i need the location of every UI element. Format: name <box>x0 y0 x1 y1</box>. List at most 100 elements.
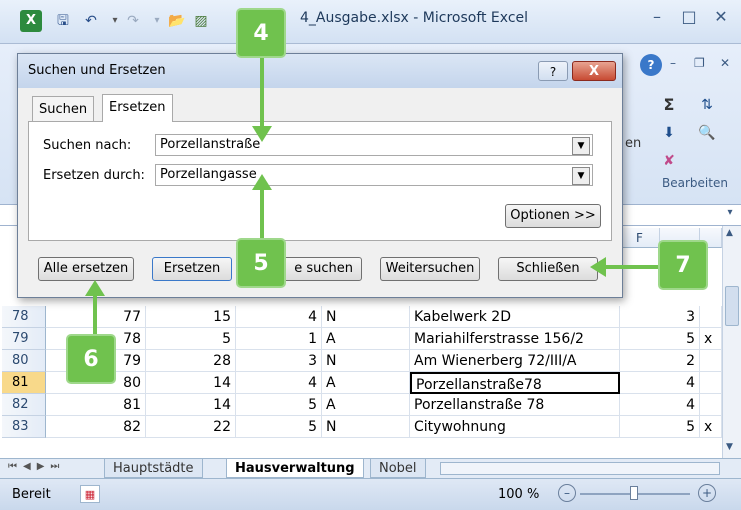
cell-d[interactable]: 4 <box>236 306 322 328</box>
find-select-icon[interactable]: 🔍 <box>696 122 718 144</box>
maximize-button[interactable]: □ <box>672 4 706 30</box>
cell-e[interactable]: A <box>322 328 410 350</box>
cell-f[interactable]: Porzellanstraße78 <box>410 372 620 394</box>
cell-g[interactable]: 2 <box>620 350 700 372</box>
cell-h[interactable]: x <box>700 328 722 350</box>
row-header[interactable]: 78 <box>2 306 46 328</box>
cell-d[interactable]: 5 <box>236 416 322 438</box>
cell-e[interactable]: N <box>322 416 410 438</box>
horizontal-scrollbar[interactable] <box>440 462 720 475</box>
options-button[interactable]: Optionen >> <box>505 204 601 228</box>
workbook-close-icon[interactable]: ✕ <box>720 56 730 70</box>
cell-d[interactable]: 4 <box>236 372 322 394</box>
ribbon-minimize-icon[interactable]: – <box>670 56 676 70</box>
find-input[interactable]: Porzellanstraße ▼ <box>155 134 593 156</box>
clear-icon[interactable]: ✘ <box>658 150 680 172</box>
excel-logo-icon[interactable]: X <box>20 10 42 32</box>
sort-filter-icon[interactable]: ⇅ <box>696 94 718 116</box>
table-row: 83 82 22 5 N Citywohnung 5 x <box>0 416 741 438</box>
open-folder-icon[interactable]: 📂 <box>166 10 188 32</box>
replace-button[interactable]: Ersetzen <box>152 257 232 281</box>
sheet-tab-hauptstaedte[interactable]: Hauptstädte <box>104 459 203 478</box>
cell-f[interactable]: Mariahilferstrasse 156/2 <box>410 328 620 350</box>
cell-b[interactable]: 81 <box>46 394 146 416</box>
find-dropdown-icon[interactable]: ▼ <box>572 137 590 155</box>
cell-c[interactable]: 22 <box>146 416 236 438</box>
scroll-thumb[interactable] <box>725 286 739 326</box>
callout-badge-5: 5 <box>236 238 286 288</box>
row-header[interactable]: 81 <box>2 372 46 394</box>
cell-d[interactable]: 1 <box>236 328 322 350</box>
scroll-down-icon[interactable]: ▼ <box>726 442 733 452</box>
tab-navigation-icons[interactable]: ⏮◀▶⏭ <box>8 461 65 472</box>
sheet-tab-hausverwaltung[interactable]: Hausverwaltung <box>226 459 364 478</box>
cell-e[interactable]: N <box>322 350 410 372</box>
dialog-help-button[interactable]: ? <box>538 61 568 81</box>
cell-c[interactable]: 28 <box>146 350 236 372</box>
replace-input-value: Porzellangasse <box>160 167 257 182</box>
row-header[interactable]: 83 <box>2 416 46 438</box>
cell-f[interactable]: Kabelwerk 2D <box>410 306 620 328</box>
cell-b[interactable]: 82 <box>46 416 146 438</box>
cell-d[interactable]: 5 <box>236 394 322 416</box>
status-bar: Bereit ▦ 100 % – + <box>0 478 741 510</box>
cell-e[interactable]: N <box>322 306 410 328</box>
row-header[interactable]: 82 <box>2 394 46 416</box>
ribbon-partial-label: en <box>625 136 642 151</box>
cell-e[interactable]: A <box>322 394 410 416</box>
row-header[interactable]: 79 <box>2 328 46 350</box>
redo-dropdown-icon[interactable]: ▾ <box>146 10 168 32</box>
row-header[interactable]: 80 <box>2 350 46 372</box>
excel-titlebar: X 🖫 ↶ ▾ ↷ ▾ 📂 ▨ 4_Ausgabe.xlsx - Microso… <box>0 0 741 44</box>
autosum-icon[interactable]: Σ <box>658 94 680 116</box>
zoom-in-icon[interactable]: + <box>698 484 716 502</box>
callout-badge-6: 6 <box>66 334 116 384</box>
cell-h[interactable] <box>700 394 722 416</box>
cell-f[interactable]: Citywohnung <box>410 416 620 438</box>
cell-c[interactable]: 14 <box>146 372 236 394</box>
cell-g[interactable]: 3 <box>620 306 700 328</box>
cell-g[interactable]: 4 <box>620 394 700 416</box>
replace-all-button[interactable]: Alle ersetzen <box>38 257 134 281</box>
scroll-up-icon[interactable]: ▲ <box>726 228 733 238</box>
cell-e[interactable]: A <box>322 372 410 394</box>
column-header-f[interactable]: F <box>620 228 660 248</box>
cell-c[interactable]: 14 <box>146 394 236 416</box>
close-button[interactable]: Schließen <box>498 257 598 281</box>
cell-h[interactable] <box>700 350 722 372</box>
restore-window-icon[interactable]: ❐ <box>694 56 705 70</box>
cell-h[interactable] <box>700 306 722 328</box>
cell-g[interactable]: 4 <box>620 372 700 394</box>
cell-b[interactable]: 77 <box>46 306 146 328</box>
save-icon[interactable]: 🖫 <box>52 10 74 32</box>
tab-suchen[interactable]: Suchen <box>32 96 95 122</box>
dialog-close-button[interactable]: X <box>572 61 616 81</box>
vertical-scrollbar[interactable]: ▲ ▼ <box>722 226 741 458</box>
cell-h[interactable] <box>700 372 722 394</box>
cell-f[interactable]: Porzellanstraße 78 <box>410 394 620 416</box>
cell-h[interactable]: x <box>700 416 722 438</box>
cell-f[interactable]: Am Wienerberg 72/III/A <box>410 350 620 372</box>
cell-c[interactable]: 5 <box>146 328 236 350</box>
zoom-slider-thumb[interactable] <box>630 486 638 500</box>
zoom-out-icon[interactable]: – <box>558 484 576 502</box>
replace-input[interactable]: Porzellangasse ▼ <box>155 164 593 186</box>
formula-expand-icon[interactable]: ▾ <box>722 207 738 223</box>
table-row: 82 81 14 5 A Porzellanstraße 78 4 <box>0 394 741 416</box>
cell-g[interactable]: 5 <box>620 416 700 438</box>
image-icon[interactable]: ▨ <box>190 10 212 32</box>
cell-g[interactable]: 5 <box>620 328 700 350</box>
help-icon[interactable]: ? <box>640 54 662 76</box>
undo-icon[interactable]: ↶ <box>80 10 102 32</box>
minimize-button[interactable]: – <box>640 4 674 30</box>
window-close-button[interactable]: ✕ <box>704 4 738 30</box>
redo-icon[interactable]: ↷ <box>122 10 144 32</box>
sheet-tab-nobel[interactable]: Nobel <box>370 459 426 478</box>
fill-icon[interactable]: ⬇ <box>658 122 680 144</box>
replace-dropdown-icon[interactable]: ▼ <box>572 167 590 185</box>
macro-record-icon[interactable]: ▦ <box>80 485 100 503</box>
cell-d[interactable]: 3 <box>236 350 322 372</box>
find-next-button[interactable]: Weitersuchen <box>380 257 480 281</box>
cell-c[interactable]: 15 <box>146 306 236 328</box>
tab-ersetzen[interactable]: Ersetzen <box>102 94 173 122</box>
